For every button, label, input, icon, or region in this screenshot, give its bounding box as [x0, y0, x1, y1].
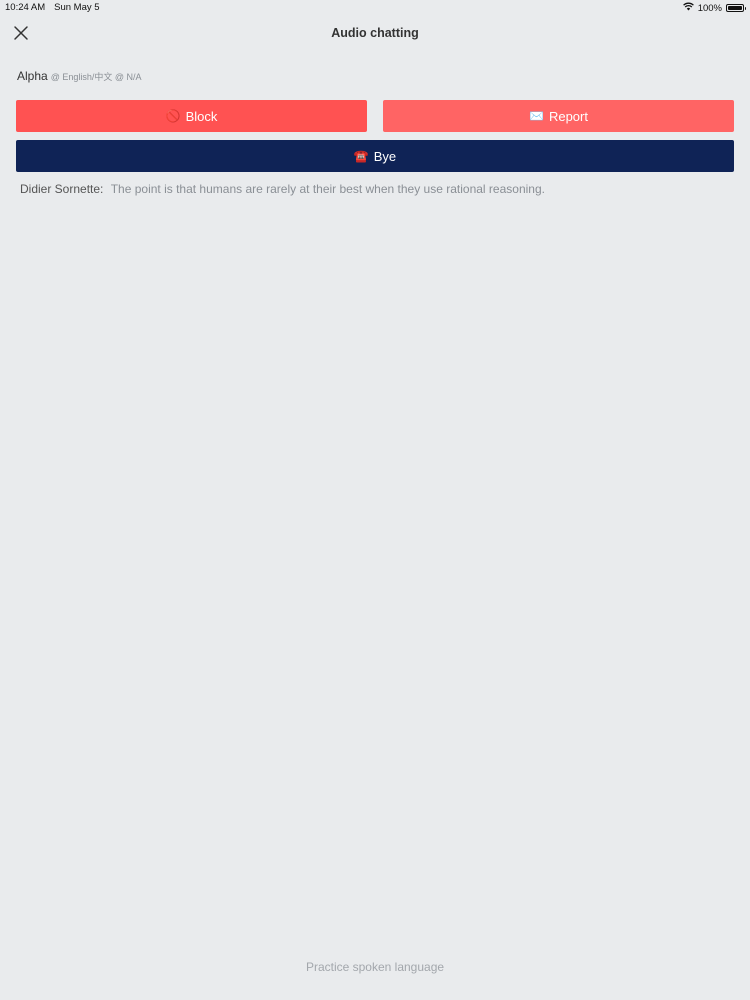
battery-percent: 100%: [697, 2, 722, 14]
block-button-label: Block: [185, 108, 218, 124]
transcript-message: Didier Sornette: The point is that human…: [20, 182, 545, 196]
footer-hint: Practice spoken language: [305, 960, 445, 974]
nav-bar: Audio chatting: [0, 16, 750, 52]
status-right: 100%: [682, 2, 746, 14]
bye-button-label: Bye: [373, 148, 397, 164]
status-bar: 10:24 AM Sun May 5 100%: [0, 0, 750, 16]
page-title: Audio chatting: [331, 26, 419, 40]
battery-icon: [726, 4, 746, 12]
wifi-icon: [682, 2, 694, 14]
partner-info: Alpha @ English/中文 @ N/A: [17, 69, 142, 83]
message-text: The point is that humans are rarely at t…: [110, 182, 545, 196]
message-speaker: Didier Sornette:: [20, 182, 104, 196]
status-left: 10:24 AM Sun May 5: [5, 2, 100, 13]
report-button[interactable]: ✉️ Report: [383, 100, 734, 132]
partner-name: Alpha: [17, 69, 48, 83]
bye-button[interactable]: ☎️ Bye: [16, 140, 734, 172]
status-date: Sun May 5: [54, 2, 100, 13]
telephone-icon: ☎️: [353, 149, 369, 163]
battery-fill: [728, 6, 742, 10]
report-button-label: Report: [548, 108, 588, 124]
partner-meta: @ English/中文 @ N/A: [50, 72, 142, 82]
status-time: 10:24 AM: [5, 2, 46, 13]
envelope-icon: ✉️: [529, 109, 544, 123]
prohibited-icon: 🚫: [165, 109, 181, 123]
block-button[interactable]: 🚫 Block: [16, 100, 367, 132]
